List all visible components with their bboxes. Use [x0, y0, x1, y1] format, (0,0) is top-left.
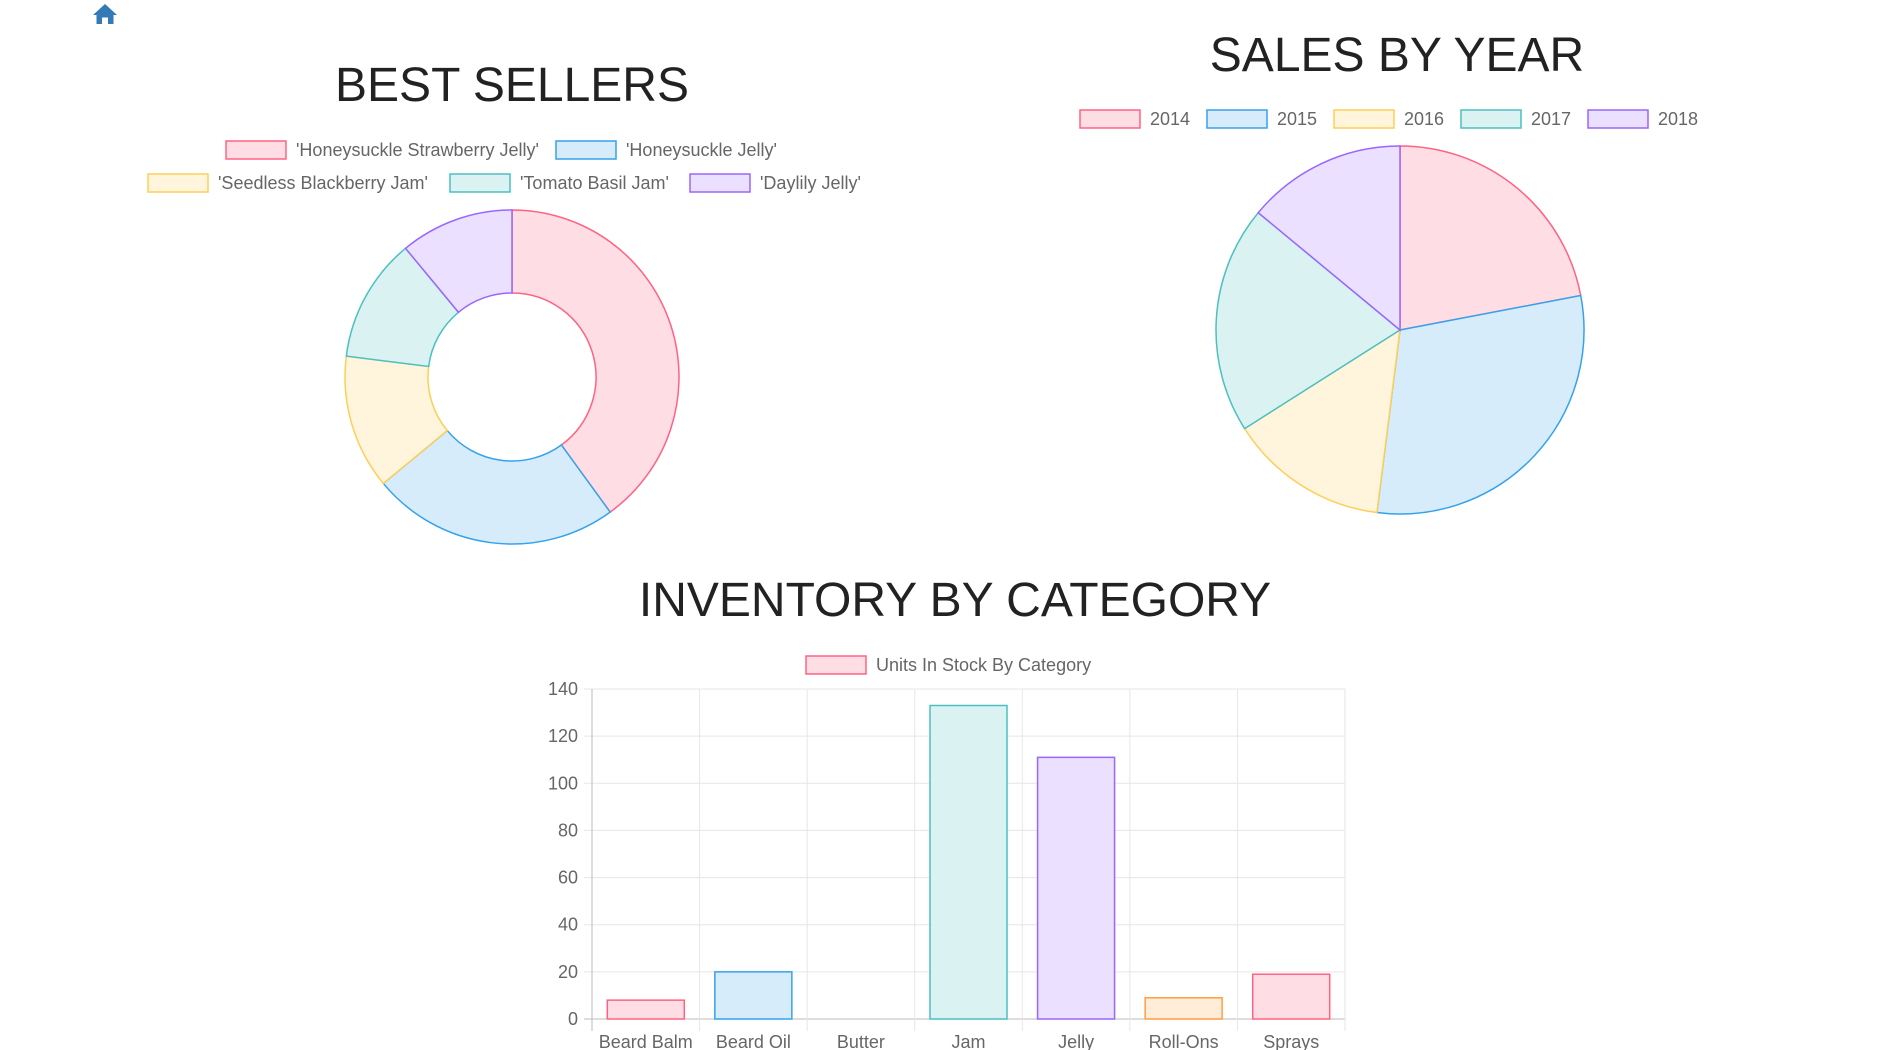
sales-by-year-legend-item-5-label: 2018 — [1658, 109, 1698, 129]
best-sellers-legend-item-4[interactable]: 'Tomato Basil Jam' — [449, 173, 669, 193]
sales-by-year-legend-item-1[interactable]: 2014 — [1079, 109, 1190, 129]
best-sellers-chart: BEST SELLERS 'Honeysuckle Strawberry Jel… — [147, 59, 861, 545]
bar-sprays[interactable] — [1251, 973, 1331, 1020]
y-tick-label: 140 — [548, 679, 578, 699]
best-sellers-legend-item-1[interactable]: 'Honeysuckle Strawberry Jelly' — [225, 140, 539, 160]
inventory-x-ticks: Beard Balm Beard Oil Butter Jam Jelly Roll-On… — [599, 1032, 1319, 1050]
bar-roll-ons[interactable] — [1144, 997, 1223, 1020]
y-tick-label: 120 — [548, 726, 578, 746]
sales-by-year-slice-2[interactable] — [1376, 294, 1585, 515]
best-sellers-legend-item-4-swatch — [449, 173, 511, 193]
sales-by-year-title: SALES BY YEAR — [1210, 29, 1584, 82]
bar-beard-oil[interactable] — [714, 971, 793, 1020]
bar-beard-balm[interactable] — [606, 999, 686, 1020]
best-sellers-legend-item-4-label: 'Tomato Basil Jam' — [520, 173, 669, 193]
x-tick-label: Beard Balm — [599, 1032, 693, 1050]
sales-by-year-legend-item-4-label: 2017 — [1531, 109, 1571, 129]
best-sellers-legend-item-5-swatch — [689, 173, 751, 193]
best-sellers-legend-item-3-swatch — [147, 173, 209, 193]
y-tick-label: 100 — [548, 773, 578, 793]
sales-by-year-chart: SALES BY YEAR 2014 2015 2016 2017 2018 — [1079, 29, 1698, 515]
bar-jam[interactable] — [929, 704, 1008, 1020]
inventory-title: INVENTORY BY CATEGORY — [639, 574, 1271, 627]
best-sellers-legend: 'Honeysuckle Strawberry Jelly' 'Honeysuck… — [147, 140, 861, 193]
best-sellers-legend-item-1-label: 'Honeysuckle Strawberry Jelly' — [296, 140, 539, 160]
sales-by-year-legend-item-3-label: 2016 — [1404, 109, 1444, 129]
sales-by-year-legend-item-2-label: 2015 — [1277, 109, 1317, 129]
best-sellers-legend-item-1-swatch — [225, 140, 287, 160]
best-sellers-legend-item-2-label: 'Honeysuckle Jelly' — [626, 140, 777, 160]
best-sellers-legend-item-5[interactable]: 'Daylily Jelly' — [689, 173, 861, 193]
sales-by-year-legend-item-5[interactable]: 2018 — [1587, 109, 1698, 129]
inventory-chart: INVENTORY BY CATEGORY Units In Stock By … — [548, 574, 1346, 1050]
x-tick-label: Sprays — [1263, 1032, 1319, 1050]
sales-by-year-legend-item-2-swatch — [1206, 109, 1268, 129]
best-sellers-legend-item-5-label: 'Daylily Jelly' — [760, 173, 861, 193]
sales-by-year-legend-item-3-swatch — [1333, 109, 1395, 129]
x-tick-label: Jelly — [1058, 1032, 1094, 1050]
x-tick-label: Roll-Ons — [1149, 1032, 1219, 1050]
sales-by-year-legend-item-4[interactable]: 2017 — [1460, 109, 1571, 129]
sales-by-year-legend-item-1-label: 2014 — [1150, 109, 1190, 129]
x-tick-label: Jam — [951, 1032, 985, 1050]
bar-jelly[interactable] — [1036, 756, 1116, 1020]
sales-by-year-legend-item-3[interactable]: 2016 — [1333, 109, 1444, 129]
y-tick-label: 40 — [558, 915, 578, 935]
best-sellers-title: BEST SELLERS — [335, 59, 689, 112]
y-tick-label: 80 — [558, 820, 578, 840]
sales-by-year-legend-item-2[interactable]: 2015 — [1206, 109, 1317, 129]
inventory-legend-item-1[interactable]: Units In Stock By Category — [805, 655, 1091, 675]
sales-by-year-legend-item-4-swatch — [1460, 109, 1522, 129]
inventory-legend-item-1-swatch — [805, 655, 867, 675]
best-sellers-legend-item-2[interactable]: 'Honeysuckle Jelly' — [555, 140, 777, 160]
best-sellers-legend-item-3[interactable]: 'Seedless Blackberry Jam' — [147, 173, 428, 193]
best-sellers-slices — [344, 209, 680, 545]
best-sellers-legend-item-3-label: 'Seedless Blackberry Jam' — [218, 173, 428, 193]
sales-by-year-slices — [1215, 145, 1585, 515]
y-tick-label: 20 — [558, 962, 578, 982]
x-tick-label: Beard Oil — [716, 1032, 791, 1050]
dashboard-charts: BEST SELLERS 'Honeysuckle Strawberry Jel… — [147, 29, 1698, 1050]
sales-by-year-legend-item-5-swatch — [1587, 109, 1649, 129]
best-sellers-legend-item-2-swatch — [555, 140, 617, 160]
sales-by-year-legend-item-1-swatch — [1079, 109, 1141, 129]
sales-by-year-legend: 2014 2015 2016 2017 2018 — [1079, 109, 1698, 129]
y-tick-label: 60 — [558, 868, 578, 888]
x-tick-label: Butter — [837, 1032, 885, 1050]
inventory-legend-item-1-label: Units In Stock By Category — [876, 655, 1091, 675]
inventory-legend: Units In Stock By Category — [805, 655, 1091, 675]
inventory-y-ticks: 0 20 40 60 80 100 120 140 — [548, 679, 578, 1029]
y-tick-label: 0 — [568, 1009, 578, 1029]
